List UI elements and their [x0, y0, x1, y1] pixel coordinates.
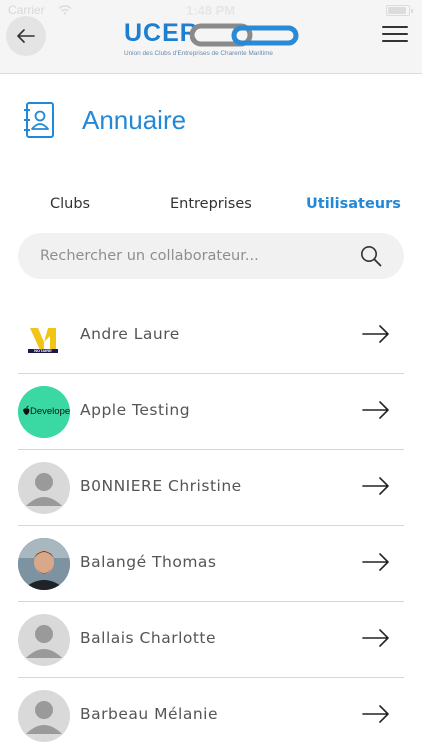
user-name: Apple Testing — [80, 401, 191, 419]
arrow-right-icon[interactable] — [362, 552, 390, 572]
arrow-right-icon[interactable] — [362, 628, 390, 648]
chain-link-logo-icon — [190, 23, 299, 47]
status-time: 1:48 PM — [186, 3, 236, 18]
wifi-icon — [58, 5, 72, 15]
arrow-right-icon[interactable] — [362, 704, 390, 724]
menu-bar — [382, 26, 408, 28]
person-placeholder-icon — [26, 701, 62, 734]
page-title: Annuaire — [82, 104, 187, 135]
person-placeholder-icon — [26, 473, 62, 506]
list-item[interactable]: B0NNIERE Christine — [0, 450, 422, 526]
app-header: Carrier 1:48 PM UCER Union des Clubs d'E… — [0, 0, 422, 74]
list-item[interactable]: Developer Apple Testing — [0, 374, 422, 450]
list-item[interactable]: Barbeau Mélanie — [0, 678, 422, 750]
apple-developer-logo-icon: Developer — [18, 386, 70, 438]
notaire-logo-icon: NOTAIRE — [28, 328, 58, 353]
user-name: Balangé Thomas — [80, 553, 217, 571]
page-title-row: Annuaire — [22, 100, 186, 140]
tab-entreprises[interactable]: Entreprises — [170, 196, 252, 212]
user-list: NOTAIRE Andre Laure Developer Apple Test… — [0, 298, 422, 750]
search-icon[interactable] — [360, 245, 382, 267]
user-name: Andre Laure — [80, 325, 180, 343]
avatar — [18, 690, 70, 742]
tab-utilisateurs[interactable]: Utilisateurs — [306, 196, 401, 212]
logo-title: UCER — [124, 19, 199, 47]
carrier-label: Carrier — [8, 3, 45, 17]
avatar — [18, 462, 70, 514]
user-name: Ballais Charlotte — [80, 629, 217, 647]
profile-photo-icon — [18, 538, 70, 590]
arrow-right-icon[interactable] — [362, 476, 390, 496]
tab-clubs[interactable]: Clubs — [50, 196, 90, 212]
arrow-right-icon[interactable] — [362, 324, 390, 344]
back-button[interactable] — [6, 16, 46, 56]
ucer-logo: UCER Union des Clubs d'Entreprises de Ch… — [124, 19, 304, 61]
user-name: Barbeau Mélanie — [80, 705, 219, 723]
arrow-right-icon[interactable] — [362, 400, 390, 420]
list-item[interactable]: Ballais Charlotte — [0, 602, 422, 678]
search-bar — [18, 233, 404, 279]
avatar — [18, 614, 70, 666]
battery-icon — [386, 5, 413, 16]
person-placeholder-icon — [26, 625, 62, 658]
directory-tabs: Clubs Entreprises Utilisateurs — [0, 196, 422, 220]
profile-photo-avatar — [18, 538, 70, 590]
address-book-icon — [24, 102, 54, 138]
hamburger-menu-button[interactable] — [382, 26, 408, 46]
user-name: B0NNIERE Christine — [80, 477, 242, 495]
menu-bar — [382, 33, 408, 35]
back-arrow-icon — [17, 29, 35, 43]
svg-text:Developer: Developer — [30, 406, 70, 417]
notaire-logo-avatar: NOTAIRE — [18, 310, 70, 362]
menu-bar — [382, 40, 408, 42]
logo-subtitle: Union des Clubs d'Entreprises de Charent… — [124, 50, 273, 57]
apple-developer-avatar: Developer — [18, 386, 70, 438]
svg-text:NOTAIRE: NOTAIRE — [34, 348, 52, 353]
list-item[interactable]: NOTAIRE Andre Laure — [0, 298, 422, 374]
list-item[interactable]: Balangé Thomas — [0, 526, 422, 602]
search-input[interactable] — [40, 233, 340, 279]
